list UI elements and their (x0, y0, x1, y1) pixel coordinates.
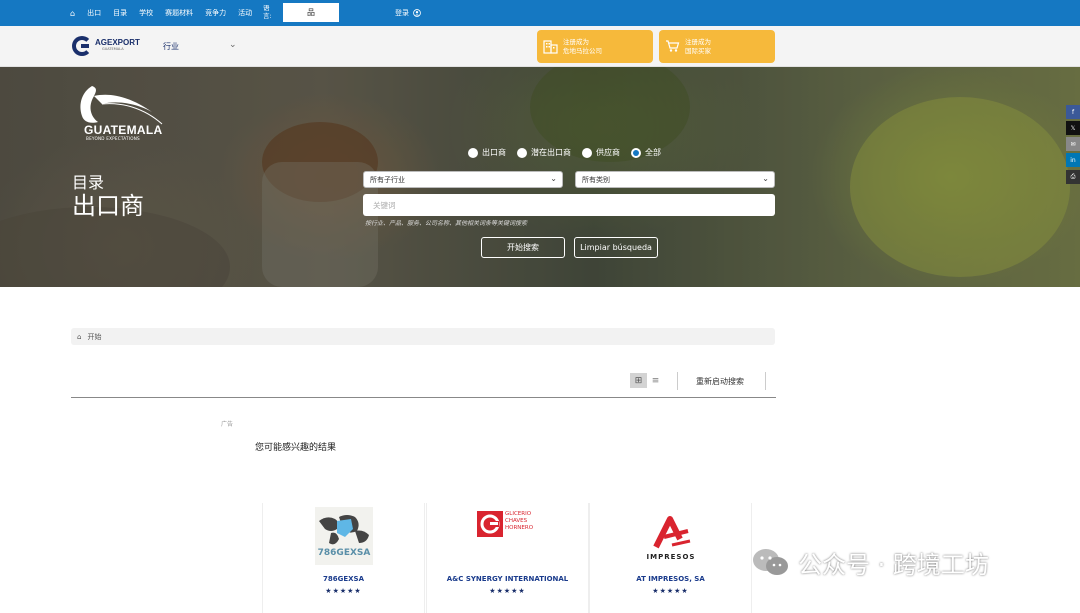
language-select[interactable]: 品 (283, 3, 339, 22)
top-navbar: ⌂ 出口 目录 学校 赛题材料 竞争力 活动 语言: 品 登录 (0, 0, 1080, 26)
page-title: 目录 出口商 (72, 173, 144, 221)
watermark-text: 公众号 · 跨境工坊 (798, 551, 989, 579)
chevron-down-icon[interactable]: ⌄ (229, 40, 237, 50)
restart-search-link[interactable]: 重新启动搜索 (696, 376, 744, 387)
company-logo-text: 786GEXSA (317, 548, 370, 558)
facebook-share-icon[interactable]: f (1066, 105, 1080, 119)
svg-text:HORNERO: HORNERO (505, 525, 534, 531)
register-buyer-line1: 注册成为 (685, 37, 711, 46)
clear-search-button[interactable]: Limpiar búsqueda (574, 237, 658, 258)
cart-icon (661, 39, 683, 54)
register-exporter-line1: 注册成为 (563, 37, 589, 46)
radio-supplier[interactable]: 供应商 (582, 147, 620, 158)
company-logo: 786GEXSA (314, 507, 373, 565)
guatemala-logo: GUATEMALA BEYOND EXPECTATIONS (72, 82, 167, 146)
wechat-icon (752, 547, 790, 579)
brand-sub: GUATEMALA (102, 47, 124, 51)
rating-stars: ★★★★★ (325, 587, 362, 595)
nav-materials[interactable]: 赛题材料 (165, 8, 193, 18)
type-radio-group: 出口商 潜在出口商 供应商 全部 (468, 147, 672, 158)
results-heading: 您可能感兴趣的结果 (255, 443, 337, 453)
nav-export[interactable]: 出口 (87, 8, 101, 18)
nav-school[interactable]: 学校 (139, 8, 153, 18)
register-exporter-button[interactable]: 注册成为 危地马拉公司 (537, 30, 653, 63)
nav-catalog[interactable]: 目录 (113, 8, 127, 18)
watermark: 公众号 · 跨境工坊 (752, 545, 989, 580)
page-title-big: 出口商 (72, 192, 144, 220)
list-view-icon[interactable]: ≡ (647, 373, 664, 388)
rating-stars: ★★★★★ (489, 587, 526, 595)
register-buyer-line2: 国际买家 (685, 46, 711, 55)
agexport-logo[interactable]: AGEXPORT GUATEMALA (72, 36, 140, 58)
company-card[interactable]: 786GEXSA 786GEXSA ★★★★★ (262, 503, 425, 613)
category-select[interactable]: 所有类别 ⌄ (575, 171, 775, 188)
radio-all[interactable]: 全部 (631, 147, 661, 158)
company-card[interactable]: GLICERIO CHAVES HORNERO A&C SYNERGY INTE… (426, 503, 589, 613)
guatemala-tagline: BEYOND EXPECTATIONS (86, 136, 140, 141)
company-logo: IMPRESOS (642, 513, 700, 565)
brand-name: AGEXPORT (95, 38, 140, 47)
start-search-button[interactable]: 开始搜索 (481, 237, 565, 258)
keyword-input[interactable]: 关键词 (363, 194, 775, 216)
svg-text:GLICERIO: GLICERIO (505, 511, 532, 517)
radio-potential-exporter[interactable]: 潜在出口商 (517, 147, 571, 158)
guatemala-name: GUATEMALA (84, 123, 163, 137)
company-name[interactable]: 786GEXSA (263, 575, 424, 583)
company-name[interactable]: A&C SYNERGY INTERNATIONAL (427, 575, 588, 583)
breadcrumb: ⌂ 开始 (71, 328, 775, 345)
user-icon (413, 9, 421, 17)
company-logo-text: IMPRESOS (646, 553, 695, 561)
svg-text:CHAVES: CHAVES (505, 518, 528, 524)
chevron-down-icon: ⌄ (550, 174, 557, 183)
view-toggle: ⊞ ≡ (630, 373, 664, 388)
login-link[interactable]: 登录 (395, 0, 421, 26)
divider (71, 397, 776, 398)
grid-view-icon[interactable]: ⊞ (630, 373, 647, 388)
breadcrumb-start[interactable]: 开始 (87, 332, 101, 342)
home-icon[interactable]: ⌂ (77, 333, 81, 341)
radio-exporter[interactable]: 出口商 (468, 147, 506, 158)
register-buyer-button[interactable]: 注册成为 国际买家 (659, 30, 775, 63)
quetzal-bird-icon (80, 86, 163, 125)
nav-events[interactable]: 活动 (238, 8, 252, 18)
register-exporter-line2: 危地马拉公司 (563, 46, 602, 55)
subsector-select[interactable]: 所有子行业 ⌄ (363, 171, 563, 188)
linkedin-share-icon[interactable]: in (1066, 153, 1080, 167)
building-icon (539, 38, 561, 55)
company-logo: GLICERIO CHAVES HORNERO (476, 507, 539, 539)
industry-dropdown-label[interactable]: 行业 (163, 41, 179, 52)
ad-label: 广告 (221, 421, 234, 428)
home-icon[interactable]: ⌂ (70, 9, 75, 18)
nav-competitiveness[interactable]: 竞争力 (205, 8, 226, 18)
search-hint: 按行业、产品、服务、公司名称、其他相关词条等关键词搜索 (365, 220, 528, 227)
email-share-icon[interactable]: ✉ (1066, 137, 1080, 151)
chevron-down-icon: ⌄ (762, 174, 769, 183)
language-label: 语言: (263, 4, 272, 20)
page-title-small: 目录 (72, 173, 105, 192)
top-nav: ⌂ 出口 目录 学校 赛题材料 竞争力 活动 (70, 0, 264, 26)
rating-stars: ★★★★★ (652, 587, 689, 595)
company-name[interactable]: AT IMPRESOS, SA (590, 575, 751, 583)
print-share-icon[interactable]: ⎙ (1066, 170, 1080, 184)
x-share-icon[interactable]: 𝕏 (1066, 121, 1080, 135)
company-card[interactable]: IMPRESOS AT IMPRESOS, SA ★★★★★ (589, 503, 752, 613)
login-label: 登录 (395, 9, 409, 17)
